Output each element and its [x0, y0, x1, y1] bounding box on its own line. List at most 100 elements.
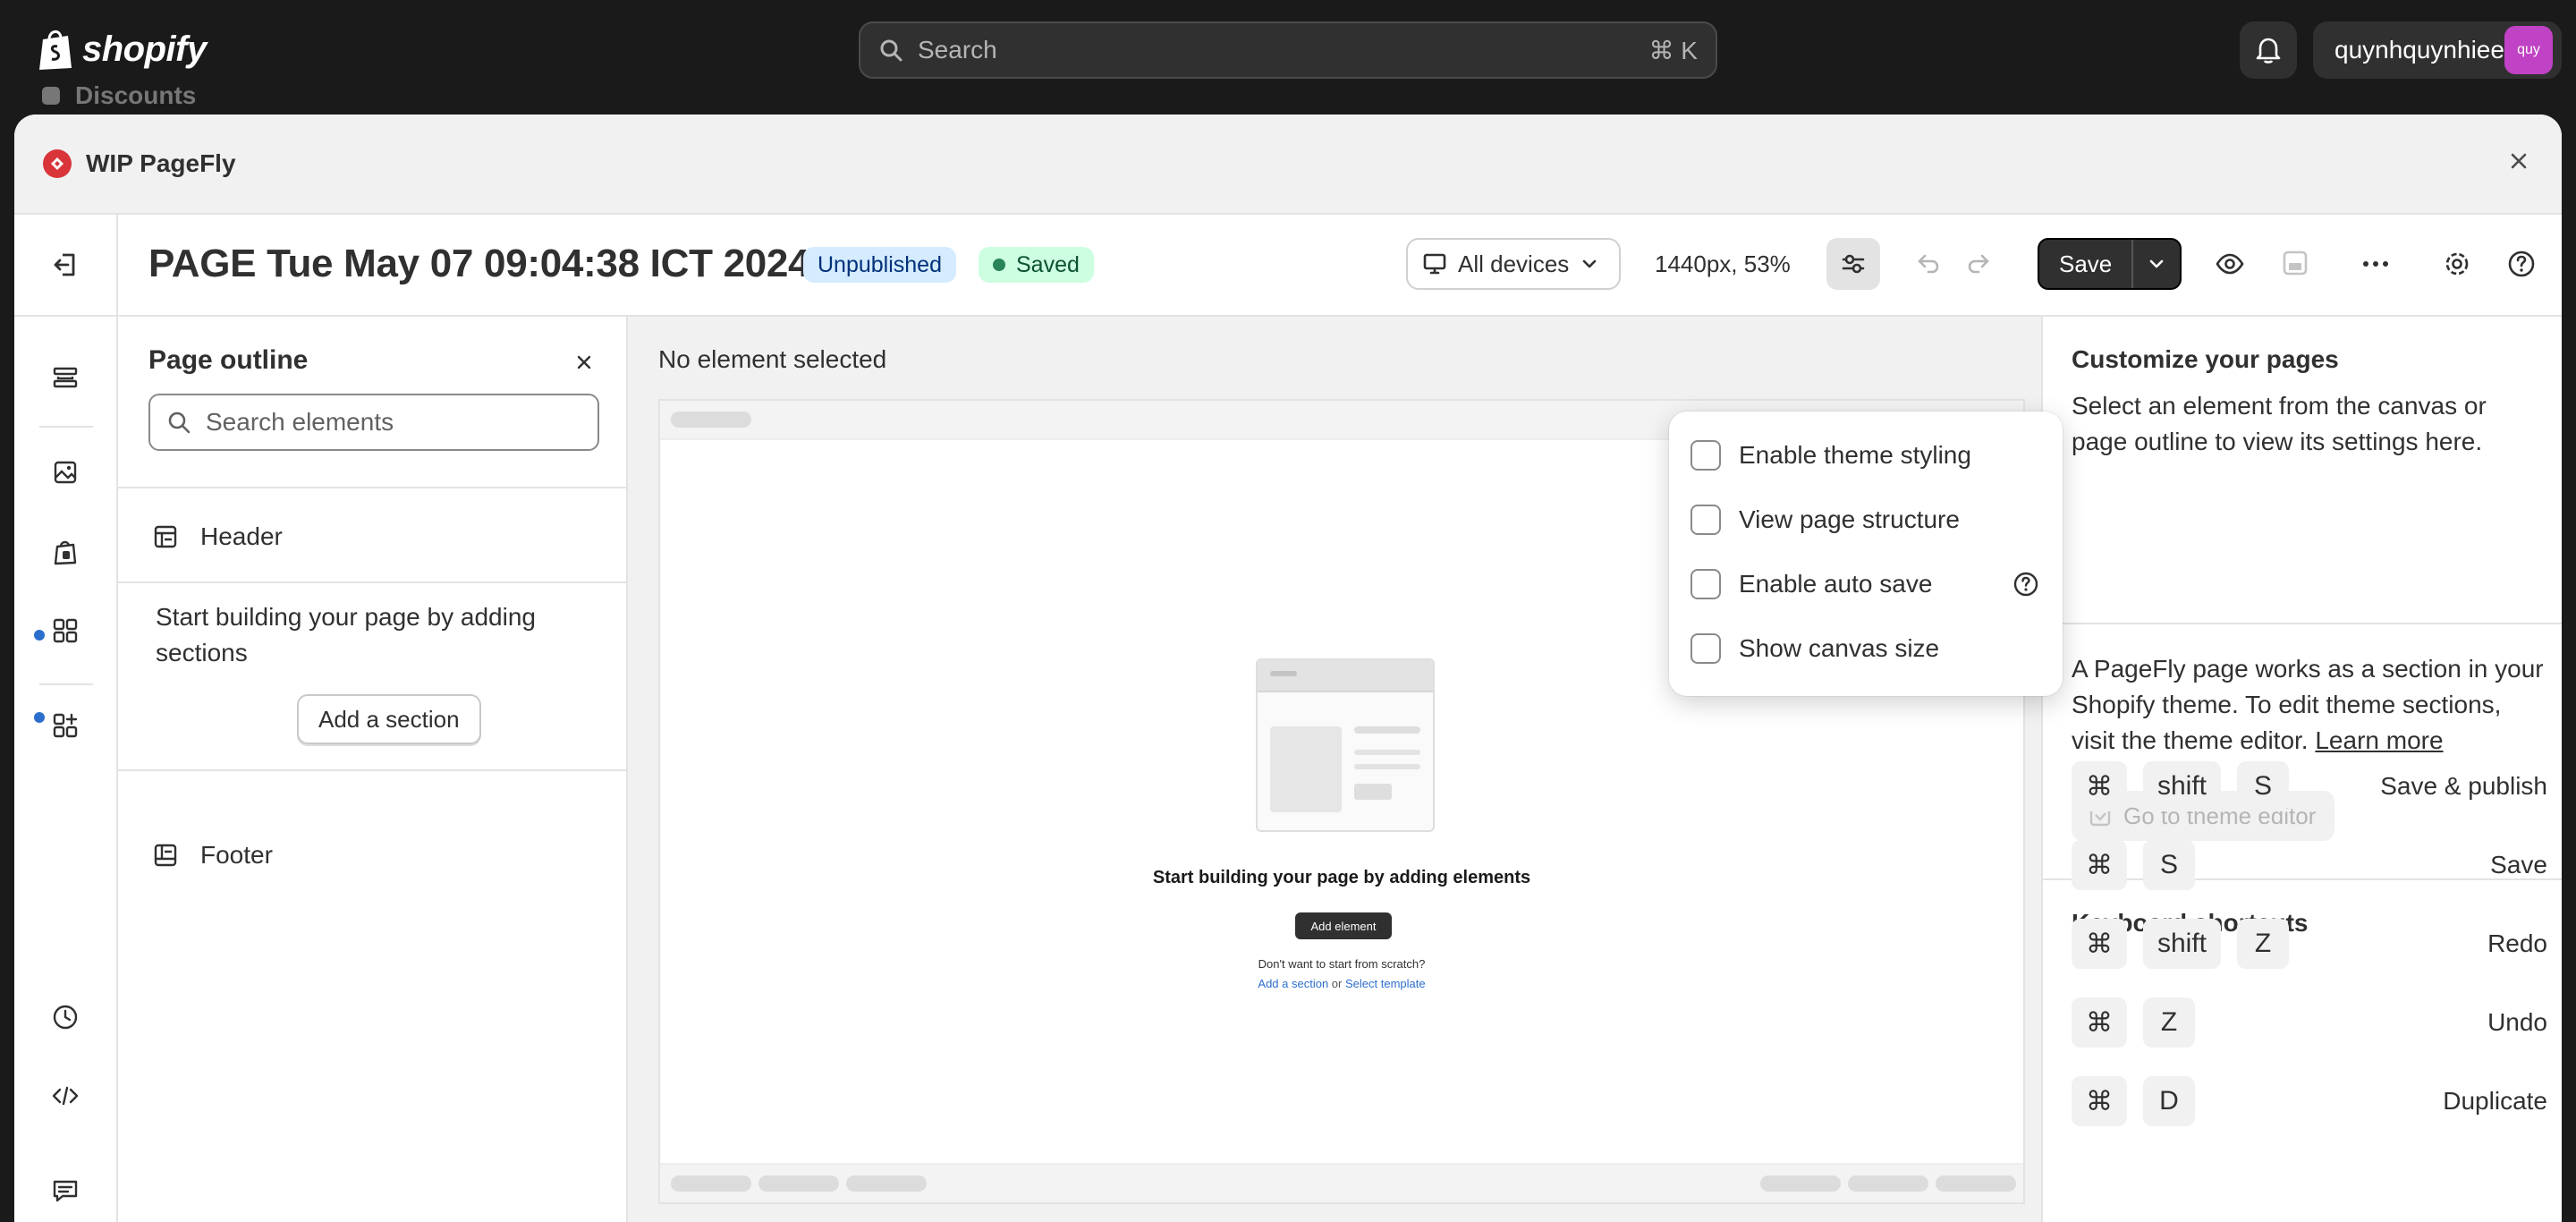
shortcut-label: Undo: [2487, 1008, 2547, 1036]
option-label: Enable theme styling: [1739, 441, 1971, 469]
add-element-button[interactable]: Add element: [1295, 912, 1392, 939]
history-clock-icon[interactable]: [50, 1002, 80, 1032]
account-menu[interactable]: quynhquynhiee quy: [2313, 21, 2562, 79]
shortcut-label: Save & publish: [2380, 772, 2547, 800]
rail-divider: [39, 426, 93, 428]
saved-badge: Saved: [979, 247, 1094, 283]
preview-eye-icon[interactable]: [2215, 249, 2245, 279]
checkbox[interactable]: [1690, 633, 1721, 664]
section-layout-icon: [152, 523, 179, 550]
option-label: Show canvas size: [1739, 634, 1940, 662]
checkbox[interactable]: [1690, 440, 1721, 471]
image-gallery-icon[interactable]: [50, 458, 80, 488]
inspector-hint: Select an element from the canvas or pag…: [2072, 392, 2487, 455]
canvas-zoom-readout[interactable]: 1440px, 53%: [1655, 250, 1791, 278]
avatar: quy: [2504, 26, 2553, 74]
shortcut-row: ⌘ shift Z Redo: [2072, 918, 2547, 970]
page-outline-panel: Page outline Search elements Header Star…: [118, 317, 628, 1222]
or-separator: or: [1328, 977, 1345, 990]
search-elements-input[interactable]: Search elements: [148, 394, 599, 451]
divider: [2043, 623, 2562, 624]
publish-icon[interactable]: [2281, 249, 2309, 277]
outline-item-footer[interactable]: Footer: [152, 841, 273, 870]
option-label: View page structure: [1739, 505, 1960, 533]
shortcut-row: ⌘ shift S Save & publish: [2072, 760, 2547, 812]
redo-icon[interactable]: [1964, 249, 1993, 277]
outline-item-header[interactable]: Header: [152, 522, 283, 551]
save-split-button: Save: [2038, 238, 2182, 290]
pagefly-app-icon: [43, 149, 72, 178]
outline-empty-hint: Start building your page by adding secti…: [156, 603, 536, 666]
save-options-button[interactable]: [2133, 240, 2180, 288]
saved-dot-icon: [993, 259, 1005, 271]
divider: [118, 769, 626, 771]
global-search[interactable]: Search ⌘ K: [859, 21, 1717, 79]
exit-editor-button[interactable]: [14, 215, 118, 315]
section-layout-icon: [152, 842, 179, 869]
skeleton-bar: [846, 1175, 927, 1192]
notifications-button[interactable]: [2240, 21, 2297, 79]
divider: [118, 581, 626, 583]
divider: [118, 487, 626, 488]
search-icon: [878, 38, 903, 63]
chat-support-icon[interactable]: [50, 1175, 80, 1206]
shopify-logo[interactable]: shopify: [36, 27, 207, 72]
shopify-bag-icon[interactable]: [50, 537, 80, 567]
skeleton-bar: [1760, 1175, 1841, 1192]
modal-title: WIP PageFly: [86, 149, 236, 177]
help-icon[interactable]: [2012, 571, 2039, 598]
page-outline-title: Page outline: [148, 345, 309, 375]
help-icon[interactable]: [2506, 249, 2537, 279]
skeleton-bar: [671, 412, 751, 428]
exit-icon: [50, 250, 80, 280]
editor-left-rail: [14, 317, 118, 1222]
page-title[interactable]: PAGE Tue May 07 09:04:38 ICT 2024: [148, 242, 810, 286]
checkbox[interactable]: [1690, 505, 1721, 535]
device-select[interactable]: All devices: [1406, 238, 1621, 290]
code-icon[interactable]: [50, 1081, 80, 1111]
rail-divider: [39, 683, 93, 685]
checkbox[interactable]: [1690, 569, 1721, 599]
undo-icon[interactable]: [1914, 249, 1943, 277]
option-enable-auto-save[interactable]: Enable auto save: [1690, 569, 1932, 599]
save-button[interactable]: Save: [2039, 240, 2134, 288]
option-label: Enable auto save: [1739, 570, 1933, 598]
close-icon[interactable]: [2508, 150, 2529, 172]
shortcut-key: Z: [2143, 997, 2195, 1048]
saved-badge-label: Saved: [1016, 251, 1080, 277]
more-horizontal-icon[interactable]: [2360, 249, 2392, 279]
selection-status: No element selected: [658, 345, 887, 373]
option-show-canvas-size[interactable]: Show canvas size: [1690, 633, 1939, 664]
shopify-wordmark: shopify: [82, 29, 207, 69]
outline-item-label: Header: [200, 522, 283, 550]
add-section-button[interactable]: Add a section: [297, 694, 481, 744]
empty-canvas-subtitle: Don't want to start from scratch?: [1258, 957, 1426, 971]
view-options-button[interactable]: [1826, 238, 1880, 290]
layers-icon[interactable]: [50, 363, 80, 394]
add-apps-icon[interactable]: [50, 710, 80, 741]
shortcut-row: ⌘ D Duplicate: [2072, 1075, 2547, 1127]
skeleton-bar: [671, 1175, 751, 1192]
search-placeholder: Search: [918, 36, 997, 64]
device-select-value: All devices: [1458, 250, 1570, 277]
close-icon[interactable]: [574, 352, 594, 372]
empty-canvas-title: Start building your page by adding eleme…: [1152, 868, 1531, 887]
add-section-link[interactable]: Add a section: [1258, 977, 1328, 990]
learn-more-link[interactable]: Learn more: [2315, 726, 2443, 754]
select-template-link[interactable]: Select template: [1345, 977, 1426, 990]
theme-info-text: A PageFly page works as a section in you…: [2072, 655, 2544, 754]
unpublished-badge: Unpublished: [803, 247, 956, 283]
app-modal: WIP PageFly PAGE Tue May 07 09:04:38 ICT…: [14, 115, 2562, 1222]
shortcut-key: S: [2143, 840, 2195, 890]
user-name: quynhquynhiee: [2334, 36, 2504, 64]
shortcut-key: ⌘: [2072, 919, 2127, 969]
desktop-icon: [1422, 252, 1447, 276]
chevron-down-icon: [2149, 259, 2164, 268]
apps-grid-icon[interactable]: [50, 615, 80, 646]
option-view-page-structure[interactable]: View page structure: [1690, 505, 1960, 535]
option-enable-theme-styling[interactable]: Enable theme styling: [1690, 440, 1971, 471]
gear-icon[interactable]: [2442, 249, 2472, 279]
shortcut-label: Save: [2490, 851, 2547, 878]
editor-toolbar: PAGE Tue May 07 09:04:38 ICT 2024 Unpubl…: [14, 215, 2562, 317]
shortcut-key: ⌘: [2072, 761, 2127, 811]
